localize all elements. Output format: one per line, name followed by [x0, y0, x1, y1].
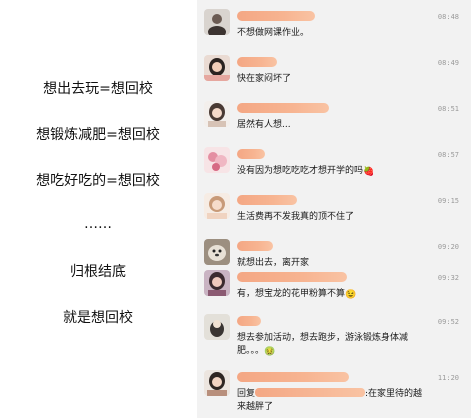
message-time: 09:15: [437, 197, 459, 205]
message-time: 09:20: [437, 243, 459, 251]
strawberry-emoji-icon: 🍓: [363, 167, 375, 177]
left-caption-panel: 想出去玩=想回校 想锻炼减肥=想回校 想吃好吃的=想回校 …… 归根结底 就是想…: [0, 0, 196, 418]
caption-line-5: 归根结底: [70, 264, 126, 280]
redacted-sender-name: [237, 57, 277, 67]
nauseated-emoji-icon: 🤢: [264, 347, 276, 357]
chat-message[interactable]: 09:32 有，想宝龙的花甲粉算不算😉: [197, 264, 471, 310]
chat-message[interactable]: 08:49 快在家闷坏了: [197, 49, 471, 95]
redacted-sender-name: [237, 372, 349, 382]
reply-text: :在家里待的越: [365, 389, 423, 399]
message-text: 想去参加活动，想去跑步，游泳锻炼身体减 肥。。。🤢: [237, 332, 461, 358]
message-text: 回复 :在家里待的越 来越胖了: [237, 388, 461, 414]
message-text-line-2: 肥。。。: [237, 346, 265, 356]
redacted-sender-name: [237, 241, 273, 251]
avatar[interactable]: [204, 314, 230, 340]
message-text: 没有因为想吃吃吃才想开学的吗🍓: [237, 165, 461, 178]
chat-message[interactable]: 09:15 生活费再不发我真的顶不住了: [197, 187, 471, 233]
redacted-sender-name: [237, 103, 329, 113]
message-time: 08:48: [437, 13, 459, 21]
message-text-content: 没有因为想吃吃吃才想开学的吗: [237, 166, 364, 176]
message-text: 居然有人想...: [237, 120, 291, 130]
avatar[interactable]: [204, 270, 230, 296]
wink-emoji-icon: 😉: [345, 290, 357, 300]
message-time: 11:20: [437, 374, 459, 382]
message-time: 08:49: [437, 59, 459, 67]
message-text: 快在家闷坏了: [237, 74, 292, 84]
caption-line-1: 想出去玩=想回校: [43, 81, 153, 97]
chat-message[interactable]: 11:20 回复 :在家里待的越 来越胖了: [197, 364, 471, 418]
caption-line-3: 想吃好吃的=想回校: [36, 173, 160, 189]
caption-ellipsis: ……: [84, 216, 112, 232]
caption-line-2: 想锻炼减肥=想回校: [36, 127, 160, 143]
avatar[interactable]: [204, 370, 230, 396]
message-time: 09:52: [437, 318, 459, 326]
message-time: 08:51: [437, 105, 459, 113]
avatar[interactable]: [204, 55, 230, 81]
chat-message[interactable]: 08:57 没有因为想吃吃吃才想开学的吗🍓: [197, 141, 471, 187]
redacted-reply-target: [255, 388, 366, 397]
chat-message[interactable]: 08:51 居然有人想...: [197, 95, 471, 141]
reply-prefix: 回复: [237, 389, 256, 399]
chat-message[interactable]: 09:52 想去参加活动，想去跑步，游泳锻炼身体减 肥。。。🤢: [197, 308, 471, 364]
message-text: 有，想宝龙的花甲粉算不算😉: [237, 288, 461, 301]
message-text-line-2: 来越胖了: [237, 402, 274, 412]
redacted-sender-name: [237, 316, 261, 326]
avatar[interactable]: [204, 193, 230, 219]
redacted-sender-name: [237, 272, 347, 282]
avatar[interactable]: [204, 9, 230, 35]
chat-message-list[interactable]: 08:48 不想做网课作业。 08:49 快在家闷坏了 08:51 居然有人想.…: [197, 0, 471, 418]
avatar[interactable]: [204, 101, 230, 127]
chat-message[interactable]: 08:48 不想做网课作业。: [197, 3, 471, 49]
avatar[interactable]: [204, 147, 230, 173]
redacted-sender-name: [237, 11, 315, 21]
message-time: 09:32: [437, 274, 459, 282]
avatar[interactable]: [204, 239, 230, 265]
message-text: 不想做网课作业。: [237, 28, 310, 38]
message-text: 生活费再不发我真的顶不住了: [237, 212, 355, 222]
message-text-line-1: 想去参加活动，想去跑步，游泳锻炼身体减: [237, 333, 409, 343]
caption-line-6: 就是想回校: [63, 310, 133, 326]
redacted-sender-name: [237, 195, 297, 205]
message-text-content: 有，想宝龙的花甲粉算不算: [237, 289, 346, 299]
redacted-sender-name: [237, 149, 265, 159]
message-time: 08:57: [437, 151, 459, 159]
